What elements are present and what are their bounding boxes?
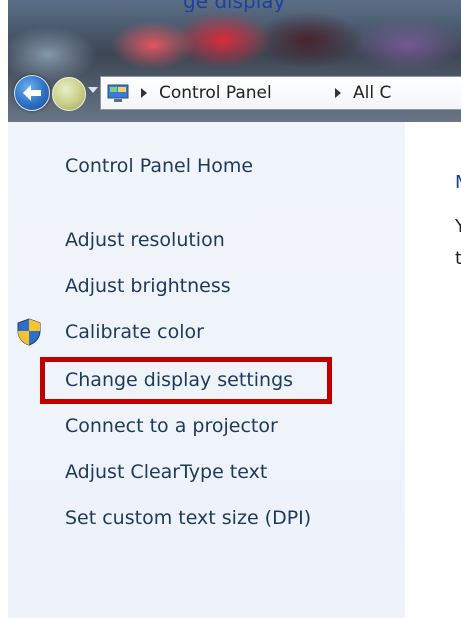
window-title-bar: ge display Control Panel All C bbox=[8, 0, 461, 122]
set-custom-text-size-link[interactable]: Set custom text size (DPI) bbox=[65, 506, 311, 530]
content-heading: M bbox=[455, 172, 461, 193]
breadcrumb-separator-icon[interactable] bbox=[141, 88, 147, 98]
content-text: t bbox=[455, 248, 461, 269]
highlight-box bbox=[40, 357, 332, 404]
adjust-resolution-link[interactable]: Adjust resolution bbox=[65, 228, 225, 252]
main-content: M Y t bbox=[405, 122, 461, 618]
address-bar[interactable]: Control Panel All C bbox=[100, 76, 461, 110]
calibrate-color-link[interactable]: Calibrate color bbox=[65, 320, 204, 344]
uac-shield-icon bbox=[17, 318, 41, 346]
recent-pages-dropdown-icon[interactable] bbox=[88, 87, 98, 93]
control-panel-home-link[interactable]: Control Panel Home bbox=[65, 154, 253, 178]
breadcrumb-separator-icon[interactable] bbox=[335, 88, 341, 98]
back-button[interactable] bbox=[14, 75, 50, 111]
window-title: ge display bbox=[183, 0, 286, 12]
back-arrow-icon bbox=[23, 85, 41, 101]
navigation-bar: Control Panel All C bbox=[8, 70, 461, 111]
content-text: Y bbox=[455, 216, 461, 237]
forward-button[interactable] bbox=[52, 77, 86, 111]
adjust-cleartype-link[interactable]: Adjust ClearType text bbox=[65, 460, 267, 484]
breadcrumb-control-panel[interactable]: Control Panel bbox=[159, 83, 272, 103]
control-panel-icon bbox=[107, 84, 129, 102]
adjust-brightness-link[interactable]: Adjust brightness bbox=[65, 274, 231, 298]
connect-to-projector-link[interactable]: Connect to a projector bbox=[65, 414, 278, 438]
control-panel-window: ge display Control Panel All C Y t Contr… bbox=[8, 0, 461, 618]
breadcrumb-all-items[interactable]: All C bbox=[353, 83, 391, 103]
